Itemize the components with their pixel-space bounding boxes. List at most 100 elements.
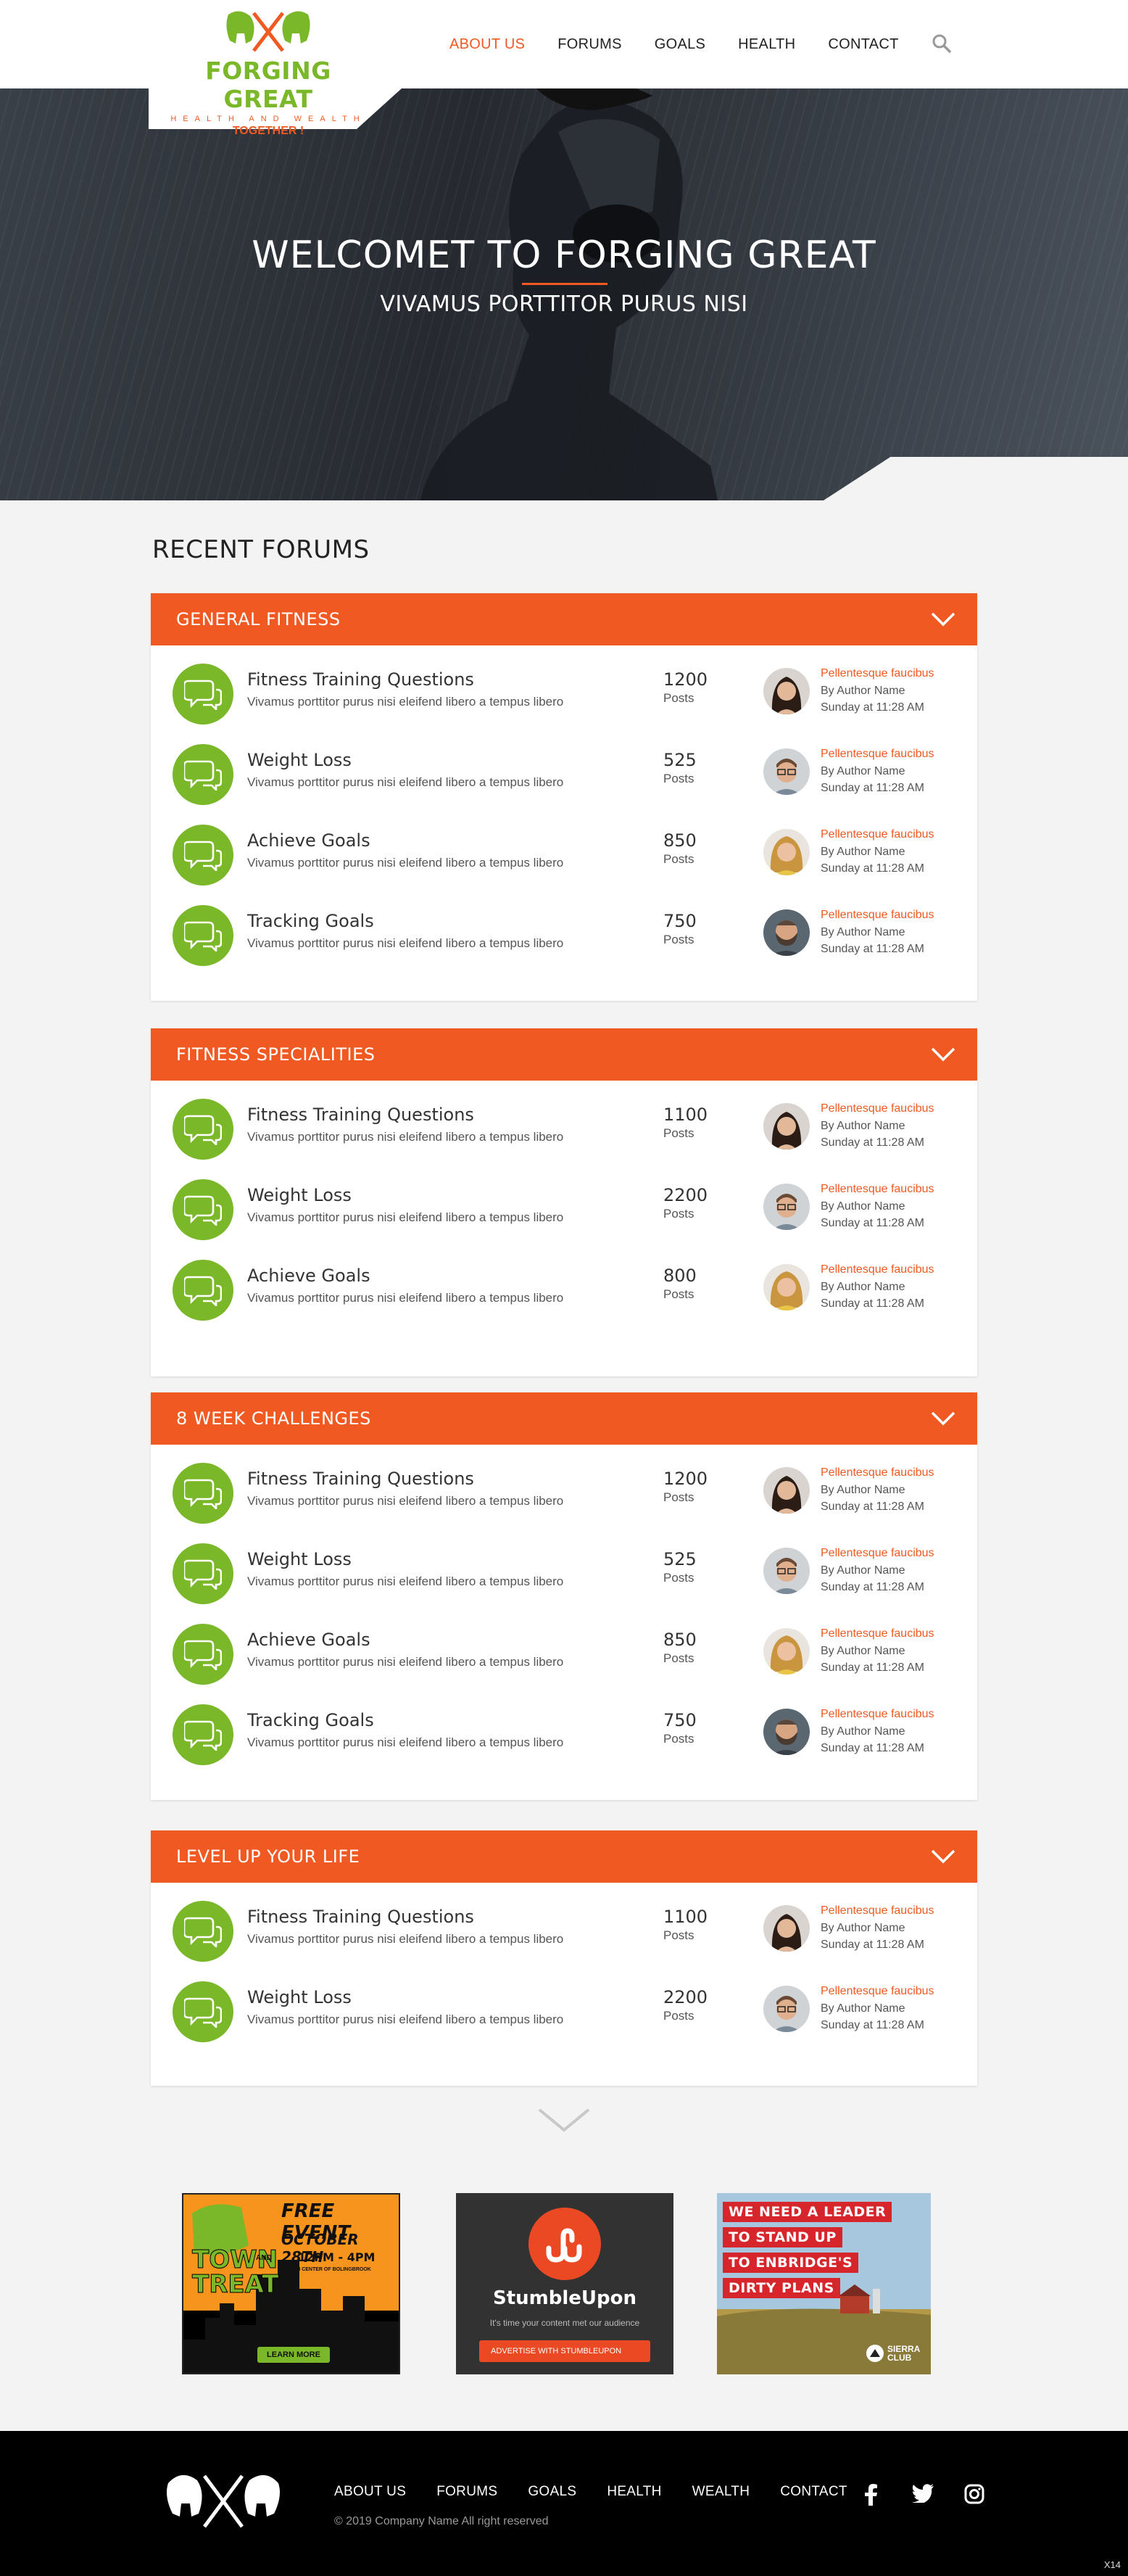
ad-sierra-club[interactable]: WE NEED A LEADER TO STAND UP TO ENBRIDGE'S…: [717, 2193, 931, 2374]
forum-chat-icon: [173, 1260, 233, 1321]
forum-title[interactable]: Fitness Training Questions: [247, 1469, 474, 1489]
forum-title[interactable]: Achieve Goals: [247, 830, 370, 851]
forum-row[interactable]: Tracking Goals Vivamus porttitor purus ni…: [151, 887, 977, 967]
chevron-down-icon[interactable]: [931, 1047, 955, 1062]
forum-chat-icon: [173, 664, 233, 724]
forum-row[interactable]: Weight Loss Vivamus porttitor purus nisi …: [151, 1963, 977, 2044]
chevron-down-icon[interactable]: [536, 2107, 592, 2133]
forum-title[interactable]: Fitness Training Questions: [247, 1105, 474, 1125]
footer-nav-contact[interactable]: CONTACT: [780, 2484, 847, 2500]
latest-post-link[interactable]: Pellentesque faucibus: [821, 1547, 934, 1560]
author-avatar[interactable]: [763, 829, 810, 875]
latest-post-link[interactable]: Pellentesque faucibus: [821, 1183, 934, 1196]
nav-about-us[interactable]: ABOUT US: [449, 36, 525, 53]
forum-row[interactable]: Weight Loss Vivamus porttitor purus nisi …: [151, 726, 977, 806]
chevron-down-icon[interactable]: [931, 612, 955, 627]
author-avatar[interactable]: [763, 1548, 810, 1594]
footer-nav-wealth[interactable]: WEALTH: [692, 2484, 750, 2500]
forum-title[interactable]: Achieve Goals: [247, 1266, 370, 1286]
post-count-label: Posts: [663, 852, 694, 866]
latest-post-link[interactable]: Pellentesque faucibus: [821, 1466, 934, 1479]
author-avatar[interactable]: [763, 909, 810, 956]
hero-divider: [522, 283, 607, 285]
forum-row[interactable]: Achieve Goals Vivamus porttitor purus nis…: [151, 1606, 977, 1686]
forum-row[interactable]: Weight Loss Vivamus porttitor purus nisi …: [151, 1525, 977, 1606]
forum-row[interactable]: Fitness Training Questions Vivamus portti…: [151, 645, 977, 726]
chevron-down-icon[interactable]: [931, 1849, 955, 1864]
latest-post-time: Sunday at 11:28 AM: [821, 1661, 924, 1674]
latest-post-link[interactable]: Pellentesque faucibus: [821, 1708, 934, 1721]
author-avatar[interactable]: [763, 1184, 810, 1230]
author-avatar[interactable]: [763, 748, 810, 795]
forum-section-title: FITNESS SPECIALITIES: [176, 1044, 376, 1065]
forum-row[interactable]: Fitness Training Questions Vivamus portti…: [151, 1445, 977, 1525]
forum-section-header[interactable]: GENERAL FITNESS: [151, 593, 977, 645]
forum-section-header[interactable]: 8 WEEK CHALLENGES: [151, 1392, 977, 1445]
nav-goals[interactable]: GOALS: [655, 36, 705, 53]
forum-row[interactable]: Fitness Training Questions Vivamus portti…: [151, 1081, 977, 1161]
forum-title[interactable]: Weight Loss: [247, 1185, 352, 1205]
latest-post-link[interactable]: Pellentesque faucibus: [821, 909, 934, 922]
author-avatar[interactable]: [763, 1264, 810, 1310]
forum-title[interactable]: Fitness Training Questions: [247, 1907, 474, 1927]
forum-section-header[interactable]: LEVEL UP YOUR LIFE: [151, 1830, 977, 1883]
latest-post-link[interactable]: Pellentesque faucibus: [821, 748, 934, 761]
forum-title[interactable]: Weight Loss: [247, 1549, 352, 1569]
forum-title[interactable]: Achieve Goals: [247, 1630, 370, 1650]
author-avatar[interactable]: [763, 1467, 810, 1514]
nav-contact[interactable]: CONTACT: [828, 36, 898, 53]
hero-banner: WELCOMET TO FORGING GREAT VIVAMUS PORTTI…: [0, 88, 1128, 500]
search-icon[interactable]: [932, 33, 953, 55]
ad-stumbleupon[interactable]: StumbleUpon It's time your content met o…: [456, 2193, 673, 2374]
forum-chat-icon: [173, 1099, 233, 1160]
author-avatar[interactable]: [763, 1986, 810, 2032]
post-count: 1100: [663, 1907, 708, 1927]
latest-post-link[interactable]: Pellentesque faucibus: [821, 828, 934, 841]
instagram-icon[interactable]: [964, 2484, 984, 2504]
footer-nav-about-us[interactable]: ABOUT US: [334, 2484, 406, 2500]
footer-nav-forums[interactable]: FORUMS: [436, 2484, 497, 2500]
facebook-icon[interactable]: [863, 2484, 879, 2506]
forum-row[interactable]: Weight Loss Vivamus porttitor purus nisi …: [151, 1161, 977, 1242]
twitter-icon[interactable]: [912, 2484, 934, 2503]
forum-row[interactable]: Achieve Goals Vivamus porttitor purus nis…: [151, 1242, 977, 1322]
forum-description: Vivamus porttitor purus nisi eleifend li…: [247, 1932, 564, 1946]
footer-nav-goals[interactable]: GOALS: [528, 2484, 576, 2500]
latest-post-link[interactable]: Pellentesque faucibus: [821, 1263, 934, 1276]
author-avatar[interactable]: [763, 1905, 810, 1952]
footer-logo-icon[interactable]: [158, 2469, 289, 2534]
forum-title[interactable]: Fitness Training Questions: [247, 669, 474, 690]
forum-row[interactable]: Tracking Goals Vivamus porttitor purus ni…: [151, 1686, 977, 1767]
latest-post-link[interactable]: Pellentesque faucibus: [821, 1985, 934, 1998]
site-logo[interactable]: FORGING GREAT HEALTH AND WEALTH TOGETHER…: [167, 7, 370, 137]
chevron-down-icon[interactable]: [931, 1411, 955, 1426]
latest-post-link[interactable]: Pellentesque faucibus: [821, 1102, 934, 1115]
latest-post-link[interactable]: Pellentesque faucibus: [821, 667, 934, 680]
forum-row[interactable]: Fitness Training Questions Vivamus portti…: [151, 1883, 977, 1963]
author-avatar[interactable]: [763, 1103, 810, 1149]
forum-row[interactable]: Achieve Goals Vivamus porttitor purus nis…: [151, 806, 977, 887]
post-count: 750: [663, 1710, 697, 1730]
forum-title[interactable]: Tracking Goals: [247, 1710, 374, 1730]
forum-title[interactable]: Weight Loss: [247, 750, 352, 770]
post-count: 850: [663, 830, 697, 851]
nav-health[interactable]: HEALTH: [738, 36, 795, 53]
nav-forums[interactable]: FORUMS: [557, 36, 621, 53]
author-avatar[interactable]: [763, 1709, 810, 1755]
ad1-learn-more-button[interactable]: LEARN MORE: [257, 2347, 330, 2363]
forum-title[interactable]: Weight Loss: [247, 1987, 352, 2007]
logo-brand-text: FORGING GREAT: [205, 57, 331, 113]
forum-section-header[interactable]: FITNESS SPECIALITIES: [151, 1028, 977, 1081]
forum-section: 8 WEEK CHALLENGES Fitness Training Questi…: [151, 1392, 977, 1800]
footer-nav-health[interactable]: HEALTH: [607, 2484, 661, 2500]
ad2-advertise-button[interactable]: ADVERTISE WITH STUMBLEUPON: [479, 2340, 650, 2362]
corner-marker: X14: [1103, 2559, 1121, 2570]
author-avatar[interactable]: [763, 668, 810, 714]
latest-post-link[interactable]: Pellentesque faucibus: [821, 1904, 934, 1917]
latest-post-time: Sunday at 11:28 AM: [821, 1500, 924, 1513]
post-count-label: Posts: [663, 2009, 694, 2023]
latest-post-link[interactable]: Pellentesque faucibus: [821, 1627, 934, 1640]
ad-town-and-treat[interactable]: FREE EVENT TOWN AND TREAT OCTOBER 28TH 1…: [182, 2193, 400, 2374]
forum-title[interactable]: Tracking Goals: [247, 911, 374, 931]
author-avatar[interactable]: [763, 1628, 810, 1675]
